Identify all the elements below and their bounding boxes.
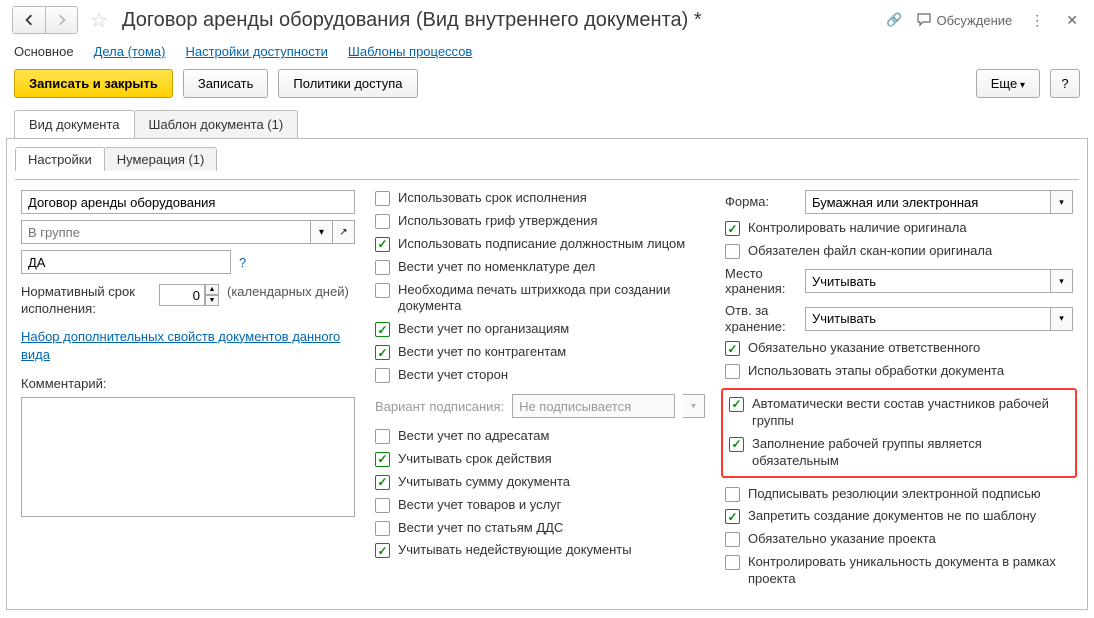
favorite-star-icon[interactable]: ☆ <box>90 8 108 33</box>
save-and-close-button[interactable]: Записать и закрыть <box>14 69 173 98</box>
kebab-menu-icon[interactable]: ⋮ <box>1026 10 1048 31</box>
chk-doc-amount[interactable]: Учитывать сумму документа <box>375 474 705 491</box>
chk-unique-in-project[interactable]: Контролировать уникальность документа в … <box>725 554 1073 588</box>
main-tab-overview[interactable]: Основное <box>14 44 74 59</box>
page-title: Договор аренды оборудования (Вид внутрен… <box>122 9 878 32</box>
nav-back-button[interactable] <box>13 7 45 33</box>
main-tab-access[interactable]: Настройки доступности <box>185 44 327 59</box>
responsible-label: Отв. за хранение: <box>725 303 797 334</box>
close-icon[interactable]: ✕ <box>1062 10 1082 31</box>
responsible-select[interactable] <box>805 307 1051 331</box>
additional-props-link[interactable]: Набор дополнительных свойств документов … <box>21 328 355 364</box>
doc-tab-template[interactable]: Шаблон документа (1) <box>134 110 299 138</box>
chk-project-required[interactable]: Обязательно указание проекта <box>725 531 1073 548</box>
discussion-icon[interactable]: Обсуждение <box>917 13 1013 28</box>
chk-workgroup-required[interactable]: Заполнение рабочей группы является обяза… <box>729 436 1069 470</box>
spin-down-icon[interactable]: ▼ <box>205 295 219 306</box>
group-open-icon[interactable]: ↗ <box>333 220 355 244</box>
more-button[interactable]: Еще <box>976 69 1040 98</box>
group-input[interactable] <box>21 220 311 244</box>
storage-label: Место хранения: <box>725 266 797 297</box>
days-label: (календарных дней) <box>227 284 349 299</box>
discussion-label: Обсуждение <box>937 13 1013 28</box>
code-input[interactable] <box>21 250 231 274</box>
chk-sign-resolutions[interactable]: Подписывать резолюции электронной подпис… <box>725 486 1073 503</box>
chk-inactive-docs[interactable]: Учитывать недействующие документы <box>375 542 705 559</box>
form-dropdown-icon[interactable]: ▾ <box>1051 190 1073 214</box>
chk-parties[interactable]: Вести учет сторон <box>375 367 705 384</box>
chk-processing-stages[interactable]: Использовать этапы обработки документа <box>725 363 1073 380</box>
group-dropdown-icon[interactable]: ▾ <box>311 220 333 244</box>
chk-by-recipients[interactable]: Вести учет по адресатам <box>375 428 705 445</box>
chk-use-approval-stamp[interactable]: Использовать гриф утверждения <box>375 213 705 230</box>
comment-label: Комментарий: <box>21 376 355 391</box>
chk-responsible-required[interactable]: Обязательно указание ответственного <box>725 340 1073 357</box>
main-tab-cases[interactable]: Дела (тома) <box>94 44 166 59</box>
help-button[interactable]: ? <box>1050 69 1080 98</box>
chk-use-deadline[interactable]: Использовать срок исполнения <box>375 190 705 207</box>
highlighted-workgroup-section: Автоматически вести состав участников ра… <box>721 388 1077 478</box>
chk-by-org[interactable]: Вести учет по организациям <box>375 321 705 338</box>
doc-tab-type[interactable]: Вид документа <box>14 110 135 138</box>
chk-barcode-print[interactable]: Необходима печать штрихкода при создании… <box>375 282 705 316</box>
responsible-dropdown-icon[interactable]: ▾ <box>1051 307 1073 331</box>
access-policies-button[interactable]: Политики доступа <box>278 69 417 98</box>
norm-term-input[interactable] <box>159 284 205 306</box>
sub-tab-settings[interactable]: Настройки <box>15 147 105 171</box>
chk-control-original[interactable]: Контролировать наличие оригинала <box>725 220 1073 237</box>
name-input[interactable] <box>21 190 355 214</box>
chk-validity-period[interactable]: Учитывать срок действия <box>375 451 705 468</box>
chk-scan-required[interactable]: Обязателен файл скан-копии оригинала <box>725 243 1073 260</box>
signing-variant-input <box>512 394 675 418</box>
save-button[interactable]: Записать <box>183 69 269 98</box>
chk-nomenclature[interactable]: Вести учет по номенклатуре дел <box>375 259 705 276</box>
chk-dds-items[interactable]: Вести учет по статьям ДДС <box>375 520 705 537</box>
comment-textarea[interactable] <box>21 397 355 517</box>
link-icon[interactable]: 🔗 <box>886 12 902 28</box>
signing-variant-label: Вариант подписания: <box>375 399 504 414</box>
form-label: Форма: <box>725 194 797 210</box>
spin-up-icon[interactable]: ▲ <box>205 284 219 295</box>
main-tab-templates[interactable]: Шаблоны процессов <box>348 44 472 59</box>
nav-forward-button[interactable] <box>45 7 77 33</box>
chk-goods-services[interactable]: Вести учет товаров и услуг <box>375 497 705 514</box>
norm-term-label: Нормативный срок исполнения: <box>21 284 151 318</box>
signing-variant-dropdown-icon: ▾ <box>683 394 705 418</box>
chk-auto-workgroup[interactable]: Автоматически вести состав участников ра… <box>729 396 1069 430</box>
chk-restrict-non-template[interactable]: Запретить создание документов не по шабл… <box>725 508 1073 525</box>
storage-select[interactable] <box>805 269 1051 293</box>
form-select[interactable] <box>805 190 1051 214</box>
chk-by-counterparty[interactable]: Вести учет по контрагентам <box>375 344 705 361</box>
chk-use-official-signing[interactable]: Использовать подписание должностным лицо… <box>375 236 705 253</box>
code-help-link[interactable]: ? <box>239 255 246 270</box>
sub-tab-numbering[interactable]: Нумерация (1) <box>104 147 218 171</box>
storage-dropdown-icon[interactable]: ▾ <box>1051 269 1073 293</box>
